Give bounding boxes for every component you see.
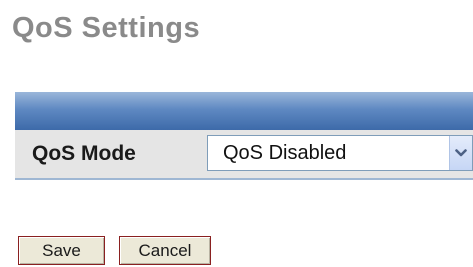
save-button[interactable]: Save: [18, 236, 105, 265]
panel-header-bar: [15, 92, 473, 130]
cancel-button[interactable]: Cancel: [119, 236, 211, 265]
chevron-down-icon: [455, 149, 467, 157]
qos-mode-label: QoS Mode: [32, 142, 136, 165]
qos-settings-panel: QoS Mode QoS Disabled: [15, 92, 473, 204]
page-title: QoS Settings: [12, 12, 201, 44]
qos-mode-row: QoS Mode QoS Disabled: [15, 130, 473, 180]
dropdown-button[interactable]: [449, 136, 472, 170]
qos-mode-selected-value: QoS Disabled: [223, 142, 347, 164]
qos-mode-select[interactable]: QoS Disabled: [207, 135, 473, 171]
